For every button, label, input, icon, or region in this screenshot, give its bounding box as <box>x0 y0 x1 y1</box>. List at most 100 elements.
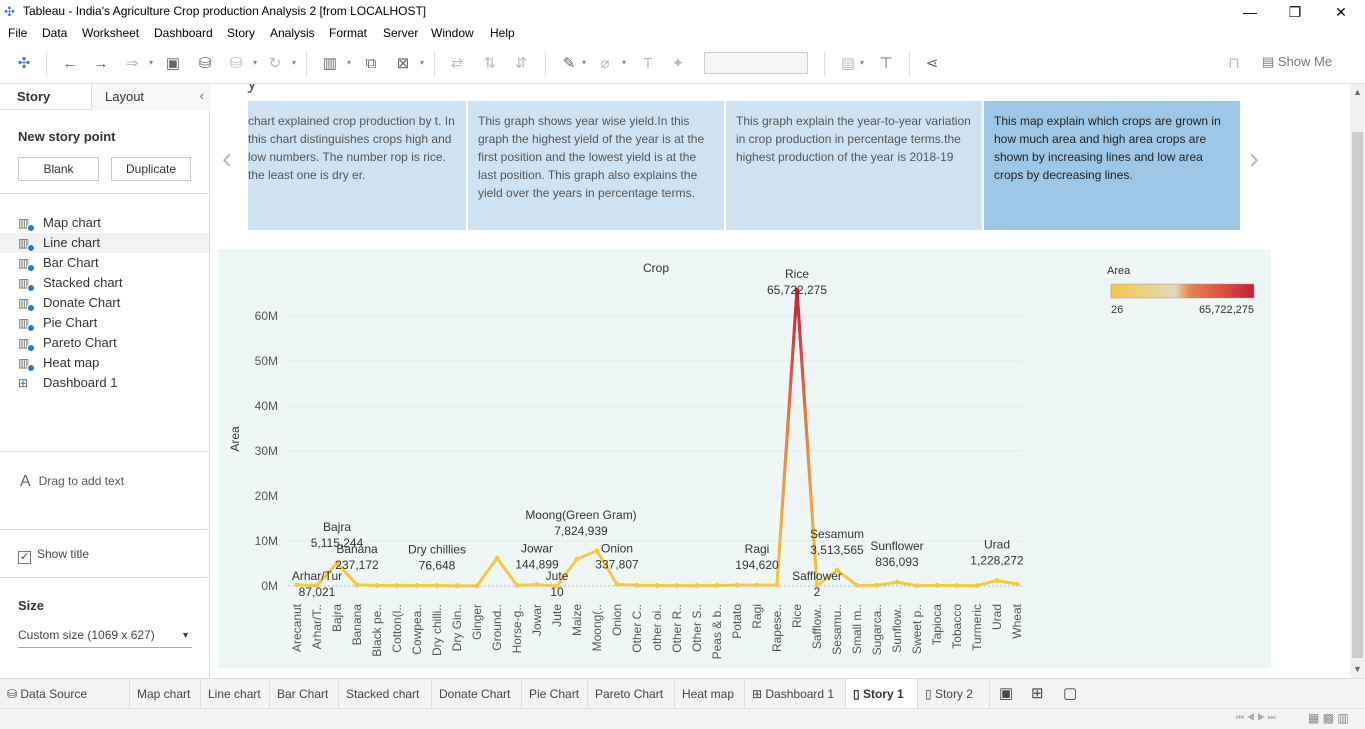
chevron-down-icon[interactable]: ▾ <box>149 53 155 73</box>
collapse-panel-icon[interactable]: ‹ <box>200 88 204 103</box>
tab-pie-chart[interactable]: Pie Chart <box>522 679 588 709</box>
chevron-down-icon[interactable]: ▾ <box>860 53 866 73</box>
sheet-navigation-icon[interactable]: ⏮ ◀ ▶ ⏭ <box>1236 712 1276 723</box>
x-tick-label: Black pe.. <box>370 604 384 657</box>
sort-ascending-icon[interactable]: ⇅ <box>480 54 500 74</box>
tab-donate-chart[interactable]: Donate Chart <box>432 679 522 709</box>
tab-line-chart[interactable]: Line chart <box>201 679 270 709</box>
sheet-item-pie-chart[interactable]: ▥ Pie Chart <box>0 313 209 333</box>
sheet-item-dashboard-1[interactable]: ⊞ Dashboard 1 <box>0 373 209 393</box>
tab-heat-map[interactable]: Heat map <box>675 679 745 709</box>
chevron-down-icon[interactable]: ▾ <box>292 53 298 73</box>
story-point-1[interactable]: chart explained crop production by t. In… <box>248 101 466 230</box>
tab-stacked-chart[interactable]: Stacked chart <box>339 679 432 709</box>
sheet-item-donate-chart[interactable]: ▥ Donate Chart <box>0 293 209 313</box>
chevron-down-icon[interactable]: ▾ <box>347 53 353 73</box>
tab-data-source[interactable]: ⛁ Data Source <box>0 679 130 709</box>
x-tick-label: Arhar/T.. <box>310 604 324 649</box>
tab-story[interactable]: Story <box>0 84 92 110</box>
new-dashboard-icon[interactable]: ⊞ <box>1024 679 1054 709</box>
refresh-icon[interactable]: ↻ <box>265 54 285 74</box>
highlight-icon[interactable]: ✎ <box>559 54 579 74</box>
new-story-icon[interactable]: ▢ <box>1056 679 1086 709</box>
checkbox-checked-icon[interactable]: ✓ <box>18 551 31 564</box>
story-point-4[interactable]: This map explain which crops are grown i… <box>984 101 1240 230</box>
tab-pareto-chart[interactable]: Pareto Chart <box>588 679 675 709</box>
sheet-item-map-chart[interactable]: ▥ Map chart <box>0 213 209 233</box>
toolbar-separator <box>909 52 910 76</box>
format-painter-icon[interactable]: ⊓ <box>1224 54 1244 74</box>
sheet-item-heat-map[interactable]: ▥ Heat map <box>0 353 209 373</box>
chevron-down-icon[interactable]: ▾ <box>622 53 628 73</box>
tab-story-2[interactable]: ▯ Story 2 <box>918 679 990 709</box>
story-point-2[interactable]: This graph shows year wise yield.In this… <box>468 101 724 230</box>
swap-rows-columns-icon[interactable]: ⇄ <box>447 54 467 74</box>
replay-icon[interactable]: ⇒ <box>122 54 142 74</box>
menu-server[interactable]: Server <box>383 26 418 40</box>
minimize-button[interactable]: — <box>1235 2 1265 22</box>
tab-bar-chart[interactable]: Bar Chart <box>270 679 339 709</box>
new-worksheet-icon[interactable]: ▣ <box>992 679 1022 709</box>
sheet-item-stacked-chart[interactable]: ▥ Stacked chart <box>0 273 209 293</box>
menu-file[interactable]: File <box>8 26 27 40</box>
view-mode-icon[interactable]: ▦ ▩ ▥ <box>1308 711 1349 725</box>
size-dropdown[interactable]: Custom size (1069 x 627) ▼ <box>18 628 192 648</box>
vertical-scrollbar[interactable]: ▲ ▼ <box>1350 84 1365 678</box>
fit-selector[interactable] <box>704 52 808 74</box>
tab-dashboard-1[interactable]: ⊞ Dashboard 1 <box>745 679 846 709</box>
previous-point-arrow-icon[interactable]: ‹ <box>222 144 232 174</box>
duplicate-sheet-icon[interactable]: ⧉ <box>361 54 381 74</box>
new-worksheet-icon[interactable]: ▥ <box>320 54 340 74</box>
duplicate-button[interactable]: Duplicate <box>111 157 191 181</box>
tableau-home-icon[interactable]: ✣ <box>14 54 34 74</box>
redo-icon[interactable]: → <box>91 54 111 74</box>
scrollbar-thumb[interactable] <box>1352 132 1363 658</box>
clear-sheet-icon[interactable]: ⊠ <box>393 54 413 74</box>
x-tick-label: Peas & b.. <box>710 604 724 659</box>
save-icon[interactable]: ▣ <box>163 54 183 74</box>
menu-dashboard[interactable]: Dashboard <box>154 26 213 40</box>
x-tick-label: Arecanut <box>290 603 304 652</box>
close-button[interactable]: ✕ <box>1326 2 1356 22</box>
chevron-down-icon[interactable]: ▾ <box>420 53 426 73</box>
pin-axes-icon[interactable]: ✦ <box>668 54 688 74</box>
sheet-item-bar-chart[interactable]: ▥ Bar Chart <box>0 253 209 273</box>
series-line-segment <box>615 582 639 587</box>
sheet-item-pareto-chart[interactable]: ▥ Pareto Chart <box>0 333 209 353</box>
pause-updates-icon[interactable]: ⛁ <box>226 54 246 74</box>
scroll-down-icon[interactable]: ▼ <box>1353 664 1362 674</box>
undo-icon[interactable]: ← <box>60 54 80 74</box>
show-title-checkbox[interactable]: ✓ Show title <box>18 547 89 564</box>
menu-analysis[interactable]: Analysis <box>270 26 315 40</box>
story-title: y <box>247 84 257 95</box>
restore-button[interactable]: ❐ <box>1280 2 1310 22</box>
tab-story-1[interactable]: ▯ Story 1 <box>846 679 918 709</box>
presentation-mode-icon[interactable]: ⊤ <box>876 54 896 74</box>
menu-format[interactable]: Format <box>329 26 367 40</box>
sheet-item-line-chart[interactable]: ▥ Line chart <box>0 233 209 253</box>
chevron-down-icon[interactable]: ▾ <box>582 53 588 73</box>
menu-data[interactable]: Data <box>42 26 67 40</box>
sort-descending-icon[interactable]: ⇵ <box>511 54 531 74</box>
tab-map-chart[interactable]: Map chart <box>130 679 201 709</box>
chevron-down-icon[interactable]: ▾ <box>253 53 259 73</box>
story-point-3[interactable]: This graph explain the year-to-year vari… <box>726 101 982 230</box>
drag-to-add-text[interactable]: A Drag to add text <box>20 472 124 490</box>
show-mark-labels-icon[interactable]: T <box>638 54 658 74</box>
share-icon[interactable]: ⋖ <box>922 54 942 74</box>
menu-story[interactable]: Story <box>227 26 255 40</box>
next-point-arrow-icon[interactable]: › <box>1249 144 1259 174</box>
show-me-button[interactable]: ▤ Show Me <box>1262 54 1332 70</box>
tab-layout[interactable]: Layout <box>92 84 210 110</box>
scroll-up-icon[interactable]: ▲ <box>1353 87 1362 97</box>
data-label: Sesamum 3,513,565 <box>810 527 864 557</box>
sheet-label: Pareto Chart <box>43 335 117 350</box>
new-data-source-icon[interactable]: ⛁ <box>195 54 215 74</box>
show-cards-icon[interactable]: ▤ <box>838 54 858 74</box>
menu-help[interactable]: Help <box>490 26 515 40</box>
group-members-icon[interactable]: ⌀ <box>595 54 615 74</box>
blank-button[interactable]: Blank <box>18 157 99 181</box>
menu-window[interactable]: Window <box>431 26 474 40</box>
menu-worksheet[interactable]: Worksheet <box>82 26 139 40</box>
drag-text-label: Drag to add text <box>38 474 125 488</box>
